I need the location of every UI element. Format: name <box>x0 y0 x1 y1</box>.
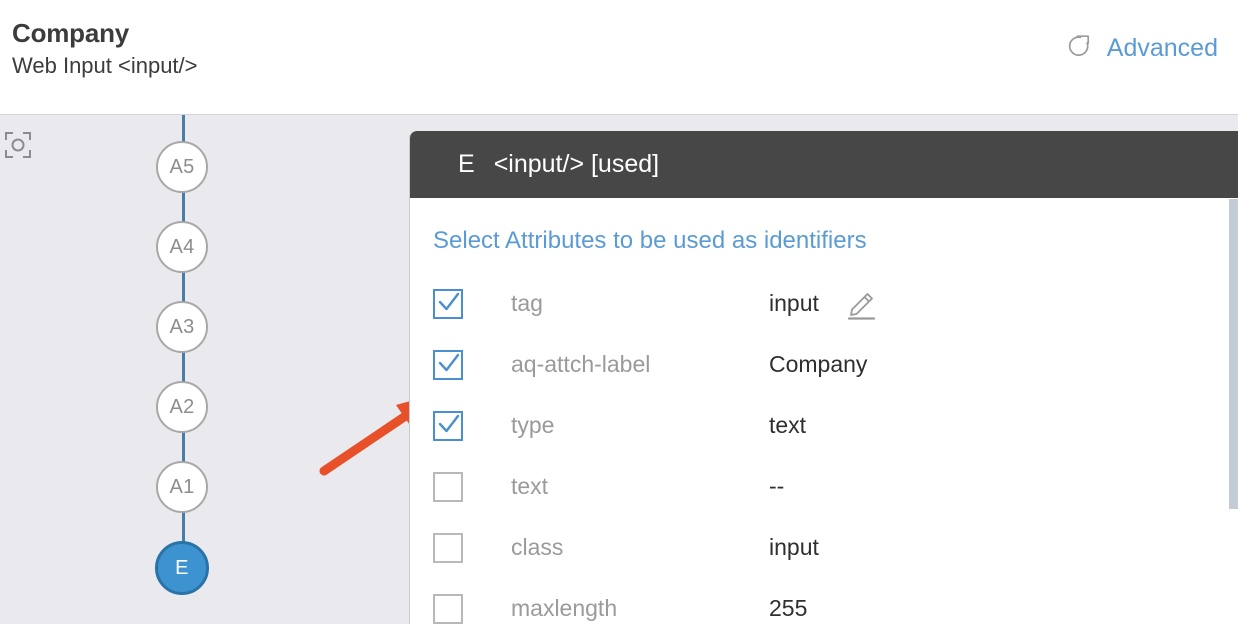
attribute-name: class <box>511 534 769 561</box>
tree-node-e-selected[interactable]: E <box>155 541 209 595</box>
check-icon <box>438 292 460 314</box>
attribute-name: aq-attch-label <box>511 351 769 378</box>
table-row: aq-attch-label Company <box>410 334 1238 395</box>
page-subtitle: Web Input <input/> <box>12 51 198 81</box>
attribute-value: input <box>769 290 819 317</box>
panel-body: Select Attributes to be used as identifi… <box>410 198 1238 624</box>
attribute-value: input <box>769 534 819 561</box>
advanced-label: Advanced <box>1107 33 1218 63</box>
tree-node-a1[interactable]: A1 <box>156 461 208 513</box>
check-icon <box>438 414 460 436</box>
attribute-checkbox-aq-attch-label[interactable] <box>433 350 463 380</box>
table-row: maxlength 255 <box>410 578 1238 624</box>
tree-node-label: A1 <box>169 476 194 499</box>
attribute-checkbox-class[interactable] <box>433 533 463 563</box>
panel-header: E <input/> [used] <box>410 131 1238 198</box>
page-header: Company Web Input <input/> Advanced <box>0 0 1238 115</box>
attribute-checkbox-tag[interactable] <box>433 289 463 319</box>
focus-target-icon[interactable] <box>5 132 31 158</box>
tree-node-a3[interactable]: A3 <box>156 301 208 353</box>
section-heading: Select Attributes to be used as identifi… <box>410 226 1238 256</box>
tree-node-a4[interactable]: A4 <box>156 221 208 273</box>
attribute-list: tag input aq-attch-label <box>410 273 1238 624</box>
panel-header-title: <input/> [used] <box>494 150 659 179</box>
attribute-name: tag <box>511 290 769 317</box>
check-icon <box>438 353 460 375</box>
attribute-checkbox-text[interactable] <box>433 472 463 502</box>
attribute-checkbox-maxlength[interactable] <box>433 594 463 624</box>
app-root: Company Web Input <input/> Advanced A5 <box>0 0 1238 624</box>
attribute-name: type <box>511 412 769 439</box>
pencil-edit-icon[interactable] <box>845 287 879 321</box>
attribute-name: maxlength <box>511 595 769 622</box>
attribute-value: Company <box>769 351 867 378</box>
tree-node-a5[interactable]: A5 <box>156 141 208 193</box>
tree-node-label: E <box>175 557 189 580</box>
attribute-value: 255 <box>769 595 807 622</box>
table-row: type text <box>410 395 1238 456</box>
advanced-button[interactable]: Advanced <box>1067 33 1218 63</box>
element-detail-panel: E <input/> [used] Select Attributes to b… <box>409 131 1238 624</box>
element-hierarchy-tree: A5 A4 A3 A2 A1 E <box>156 115 212 624</box>
tree-node-label: A3 <box>169 316 194 339</box>
panel-scrollbar-thumb[interactable] <box>1229 199 1238 509</box>
attribute-value: text <box>769 412 806 439</box>
title-block: Company Web Input <input/> <box>12 17 198 81</box>
tree-node-label: A5 <box>169 156 194 179</box>
table-row: text -- <box>410 456 1238 517</box>
attribute-name: text <box>511 473 769 500</box>
table-row: class input <box>410 517 1238 578</box>
page-title: Company <box>12 17 198 49</box>
tree-node-a2[interactable]: A2 <box>156 381 208 433</box>
tree-node-label: A4 <box>169 236 194 259</box>
attribute-checkbox-type[interactable] <box>433 411 463 441</box>
tree-node-label: A2 <box>169 396 194 419</box>
attribute-value: -- <box>769 473 784 500</box>
refresh-rotate-icon <box>1067 33 1093 63</box>
table-row: tag input <box>410 273 1238 334</box>
panel-header-node-badge: E <box>458 150 475 179</box>
